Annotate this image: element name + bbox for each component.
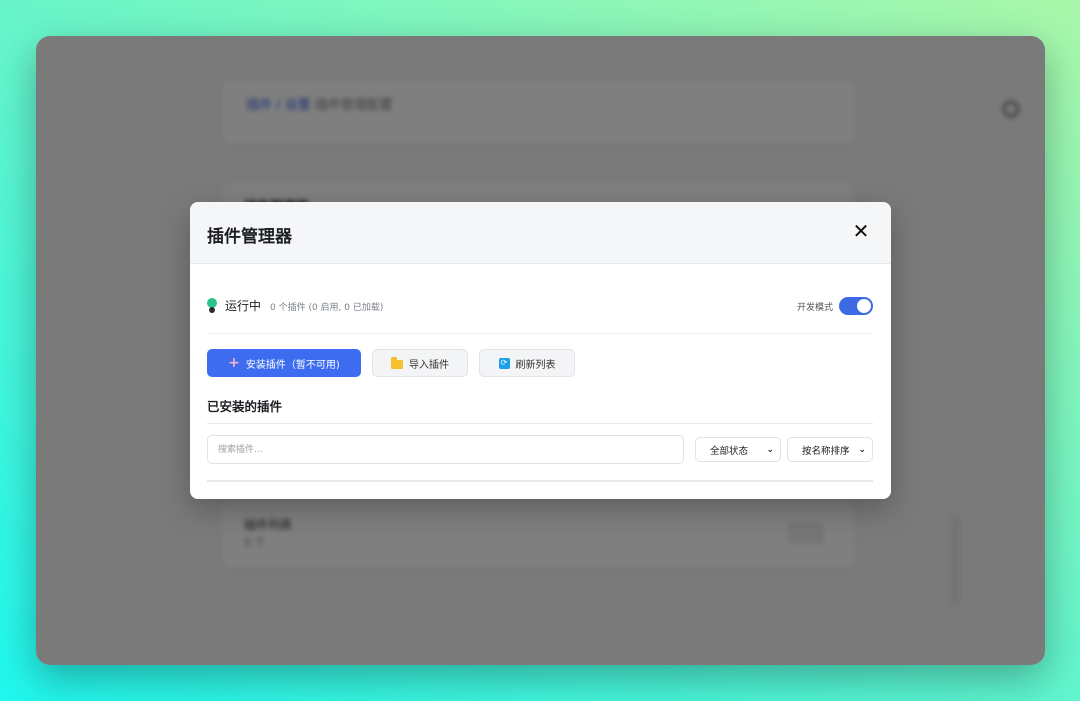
plugin-manager-dialog: 插件管理器 ✕ 运行中 0 个插件 (0 启用, 0 已加载) 开发模式 + 安… (190, 202, 891, 499)
section-divider (207, 423, 873, 424)
chevron-down-icon: ⌄ (858, 444, 866, 455)
dev-mode-toggle[interactable] (839, 297, 873, 315)
chevron-down-icon: ⌄ (766, 444, 774, 455)
refresh-list-button[interactable]: ⟳ 刷新列表 (479, 349, 575, 377)
import-plugin-button[interactable]: 导入插件 (372, 349, 468, 377)
status-filter-select[interactable]: 全部状态 ⌄ (695, 437, 781, 462)
status-label: 运行中 (225, 299, 262, 313)
refresh-icon: ⟳ (498, 357, 510, 369)
sort-select[interactable]: 按名称排序 ⌄ (787, 437, 873, 462)
folder-icon (391, 356, 403, 369)
status-row: 运行中 0 个插件 (0 启用, 0 已加载) 开发模式 (207, 292, 873, 334)
import-plugin-label: 导入插件 (409, 359, 449, 371)
close-icon[interactable]: ✕ (849, 219, 873, 243)
install-plugin-label: 安装插件（暂不可用) (245, 359, 340, 371)
dialog-title: 插件管理器 (207, 227, 292, 247)
refresh-list-label: 刷新列表 (515, 359, 556, 371)
dialog-header: 插件管理器 ✕ (190, 202, 891, 264)
install-plugin-button[interactable]: + 安装插件（暂不可用) (207, 349, 361, 377)
toggle-knob (857, 299, 871, 313)
plugin-count-summary: 0 个插件 (0 启用, 0 已加载) (270, 303, 384, 313)
dev-mode-label: 开发模式 (796, 303, 833, 313)
plugin-list-divider (207, 480, 873, 482)
status-indicator-icon (207, 298, 217, 313)
status-filter-value: 全部状态 (710, 445, 749, 457)
sort-value: 按名称排序 (802, 445, 850, 457)
plus-icon: + (228, 355, 240, 371)
search-input[interactable] (207, 435, 684, 464)
installed-plugins-title: 已安装的插件 (207, 399, 283, 414)
